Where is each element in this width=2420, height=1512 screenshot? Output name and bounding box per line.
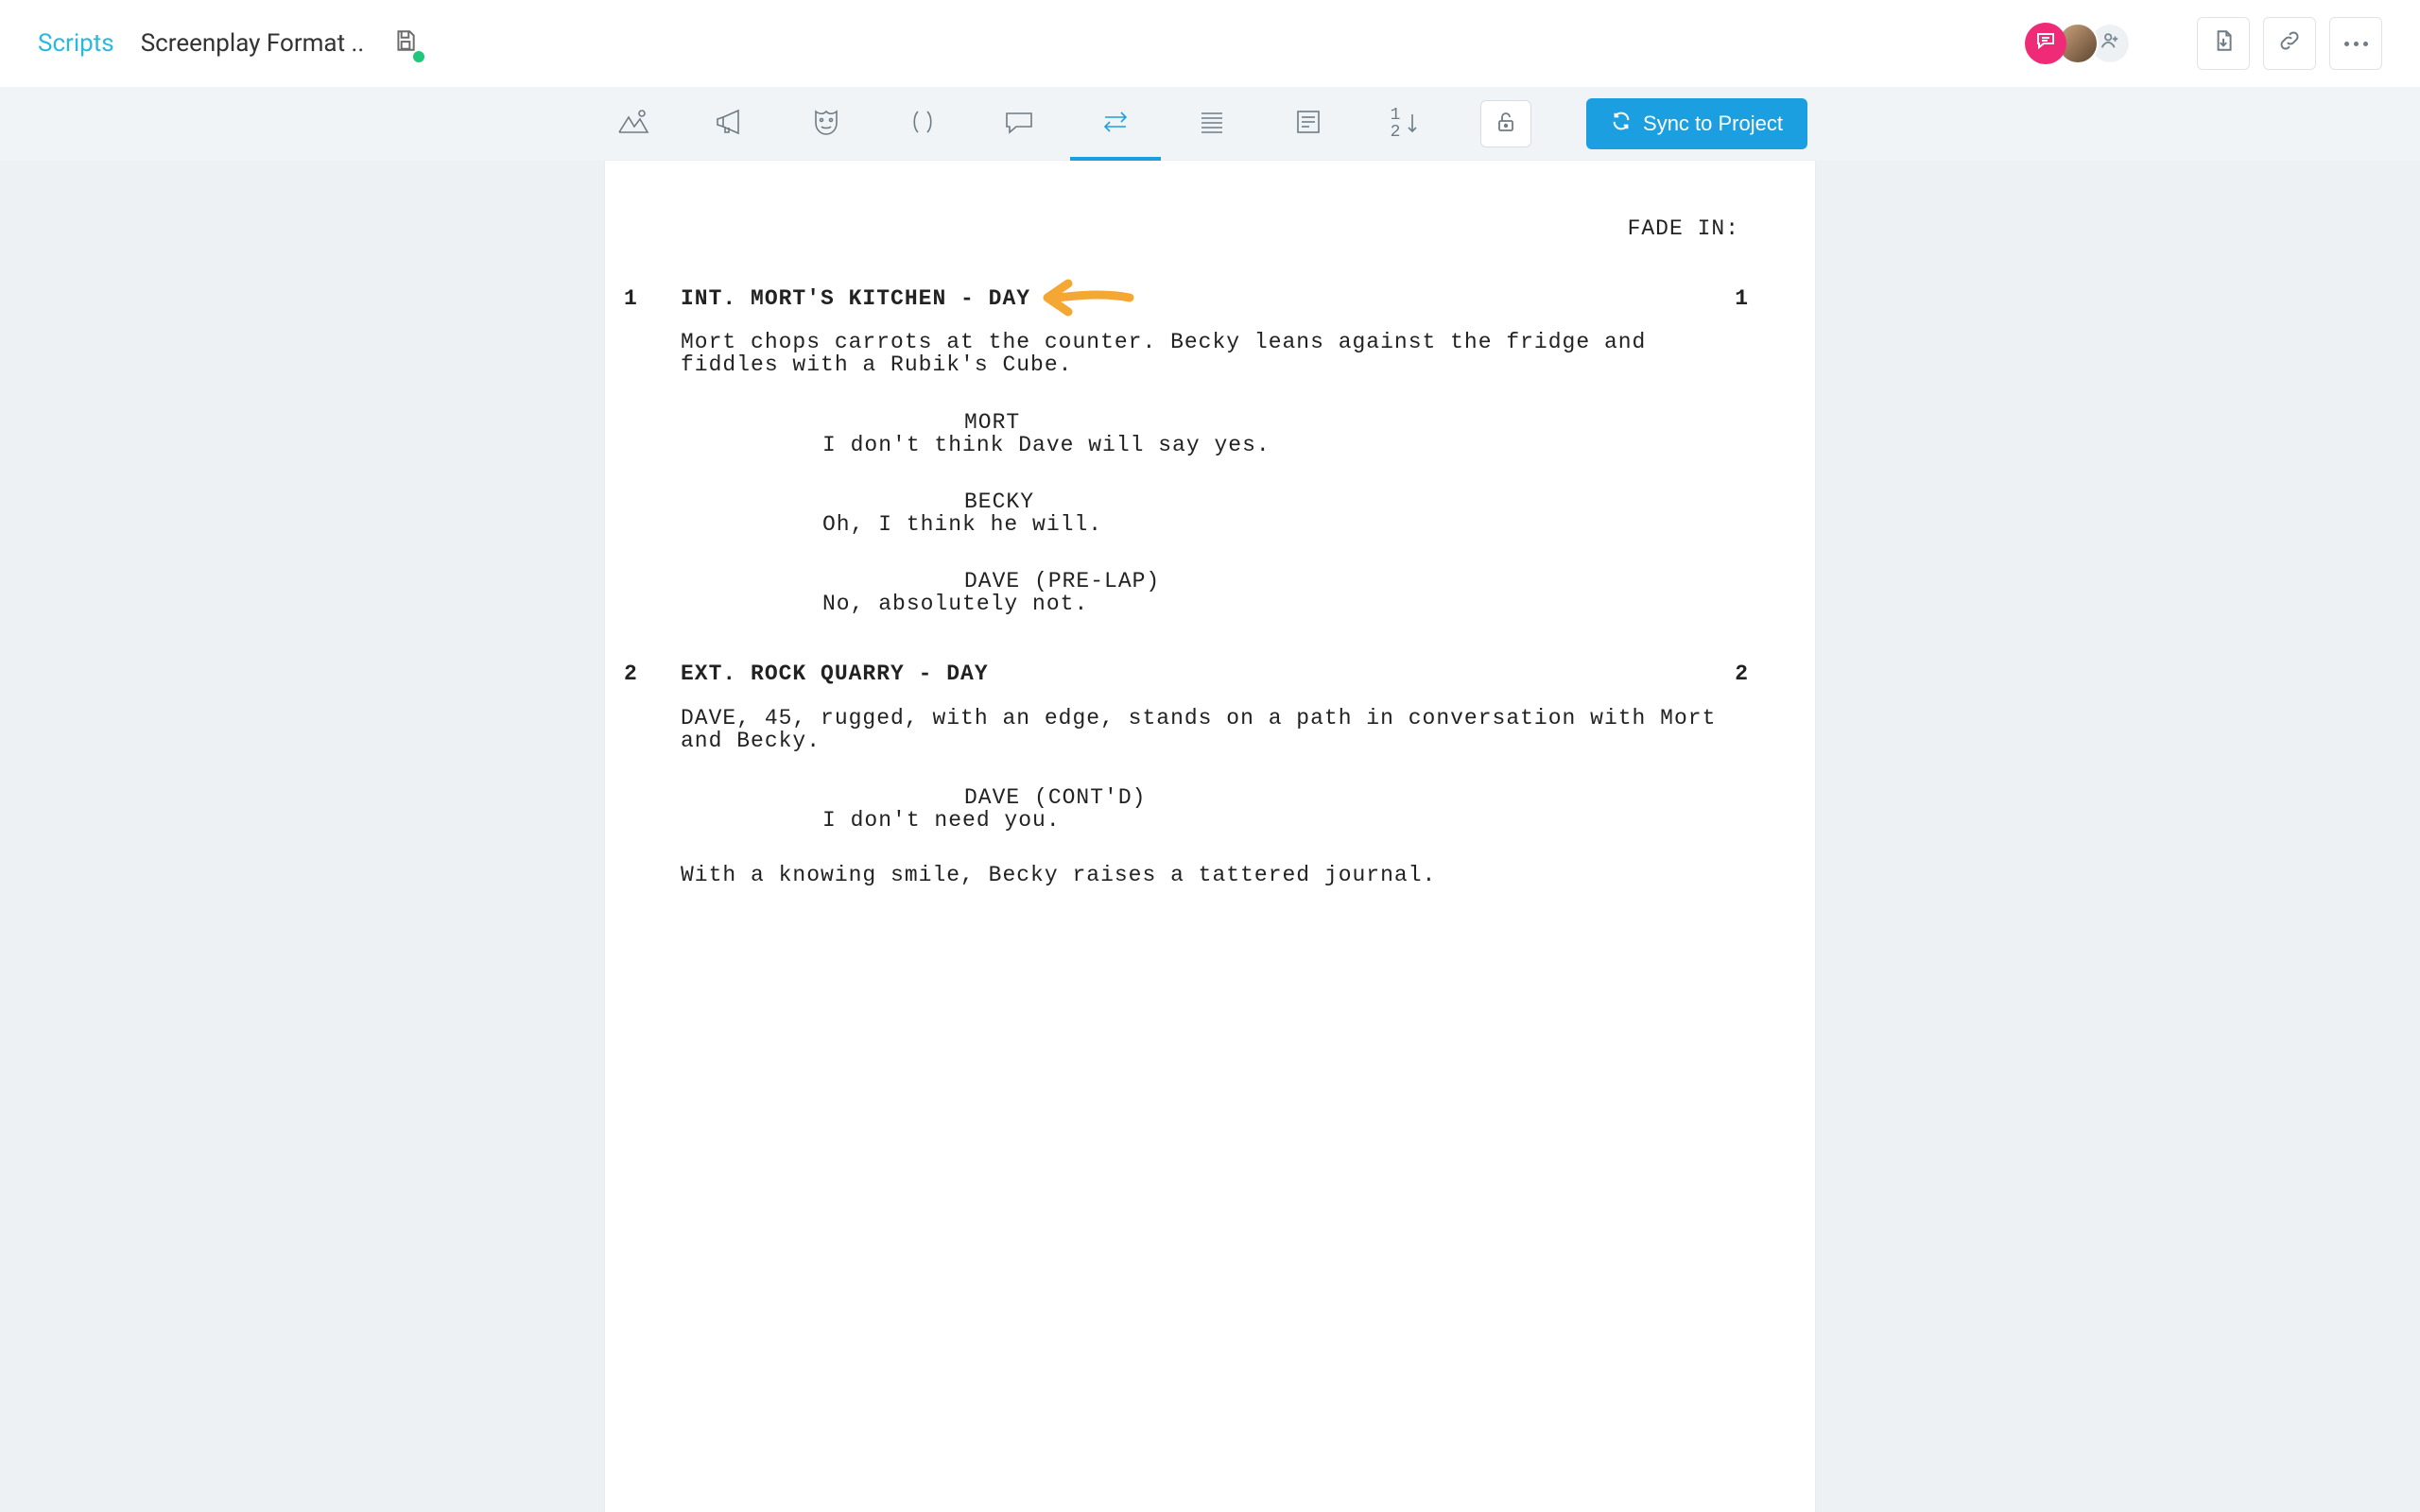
- tool-scene-heading[interactable]: [613, 103, 654, 145]
- tool-action[interactable]: [709, 103, 751, 145]
- action-text[interactable]: DAVE, 45, rugged, with an edge, stands o…: [681, 707, 1739, 752]
- character-cue[interactable]: MORT: [681, 411, 1739, 434]
- tool-note[interactable]: [1288, 103, 1329, 145]
- dialogue-block: DAVE (PRE-LAP) No, absolutely not.: [681, 570, 1739, 615]
- scene-block: 1 INT. MORT'S KITCHEN - DAY 1: [681, 287, 1739, 310]
- lines-icon: [1196, 106, 1228, 142]
- tool-character[interactable]: [805, 103, 847, 145]
- formatting-toolbar: 12 Sync to Project: [0, 87, 2420, 161]
- scene-heading[interactable]: EXT. ROCK QUARRY - DAY: [681, 662, 989, 686]
- tool-general[interactable]: [1191, 103, 1233, 145]
- megaphone-icon: [714, 106, 746, 142]
- character-cue[interactable]: DAVE (CONT'D): [681, 786, 1739, 809]
- action-text[interactable]: Mort chops carrots at the counter. Becky…: [681, 331, 1739, 376]
- more-horizontal-icon: [2344, 42, 2368, 46]
- scene-number-left: 2: [624, 662, 638, 685]
- scene-number-right: 1: [1735, 287, 1749, 310]
- tool-transition[interactable]: [1095, 103, 1136, 145]
- tool-lock[interactable]: [1480, 100, 1531, 147]
- note-icon: [1292, 106, 1324, 142]
- arrows-horizontal-icon: [1099, 106, 1132, 142]
- breadcrumb-root-link[interactable]: Scripts: [38, 29, 114, 58]
- scene-block: 2 EXT. ROCK QUARRY - DAY 2: [681, 662, 1739, 685]
- add-user-icon: [2100, 29, 2120, 58]
- dialogue-line[interactable]: I don't think Dave will say yes.: [681, 434, 1739, 456]
- export-pdf-button[interactable]: [2197, 17, 2250, 70]
- mask-icon: [810, 106, 842, 142]
- lock-open-icon: [1495, 111, 1517, 137]
- parentheses-icon: [907, 106, 939, 142]
- tool-parenthetical[interactable]: [902, 103, 943, 145]
- action-text[interactable]: With a knowing smile, Becky raises a tat…: [681, 864, 1739, 886]
- collaborators: [2034, 23, 2131, 64]
- link-icon: [2277, 28, 2302, 60]
- file-download-icon: [2211, 28, 2236, 60]
- script-page[interactable]: FADE IN: 1 INT. MORT'S KITCHEN - DAY 1 M…: [605, 161, 1815, 1512]
- share-link-button[interactable]: [2263, 17, 2316, 70]
- chat-bubble-icon: [2034, 29, 2057, 59]
- sync-label: Sync to Project: [1643, 112, 1783, 136]
- more-menu-button[interactable]: [2329, 17, 2382, 70]
- speech-bubble-icon: [1003, 106, 1035, 142]
- numbers-icon: 12: [1391, 107, 1420, 141]
- annotation-arrow-icon: [1040, 276, 1134, 325]
- dialogue-line[interactable]: Oh, I think he will.: [681, 513, 1739, 536]
- editor-canvas: FADE IN: 1 INT. MORT'S KITCHEN - DAY 1 M…: [0, 161, 2420, 1512]
- mountain-icon: [617, 106, 649, 142]
- character-cue[interactable]: DAVE (PRE-LAP): [681, 570, 1739, 593]
- comments-button[interactable]: [2025, 23, 2066, 64]
- dialogue-block: MORT I don't think Dave will say yes.: [681, 411, 1739, 456]
- tool-scene-numbers[interactable]: 12: [1384, 103, 1426, 145]
- tool-dialogue[interactable]: [998, 103, 1040, 145]
- scene-number-right: 2: [1735, 662, 1749, 685]
- character-cue[interactable]: BECKY: [681, 490, 1739, 513]
- dialogue-line[interactable]: No, absolutely not.: [681, 593, 1739, 615]
- refresh-icon: [1611, 111, 1632, 137]
- scene-heading[interactable]: INT. MORT'S KITCHEN - DAY: [681, 286, 1030, 311]
- app-header: Scripts Screenplay Format ..: [0, 0, 2420, 87]
- dialogue-block: BECKY Oh, I think he will.: [681, 490, 1739, 536]
- breadcrumb-current: Screenplay Format ..: [141, 29, 365, 58]
- breadcrumb: Scripts Screenplay Format ..: [38, 29, 364, 58]
- sync-to-project-button[interactable]: Sync to Project: [1586, 98, 1807, 149]
- dialogue-line[interactable]: I don't need you.: [681, 809, 1739, 832]
- transition-fade-in[interactable]: FADE IN:: [681, 217, 1739, 240]
- scene-number-left: 1: [624, 287, 638, 310]
- status-dot-icon: [413, 51, 424, 62]
- save-button[interactable]: [390, 28, 421, 59]
- dialogue-block: DAVE (CONT'D) I don't need you.: [681, 786, 1739, 832]
- header-actions: [2197, 17, 2382, 70]
